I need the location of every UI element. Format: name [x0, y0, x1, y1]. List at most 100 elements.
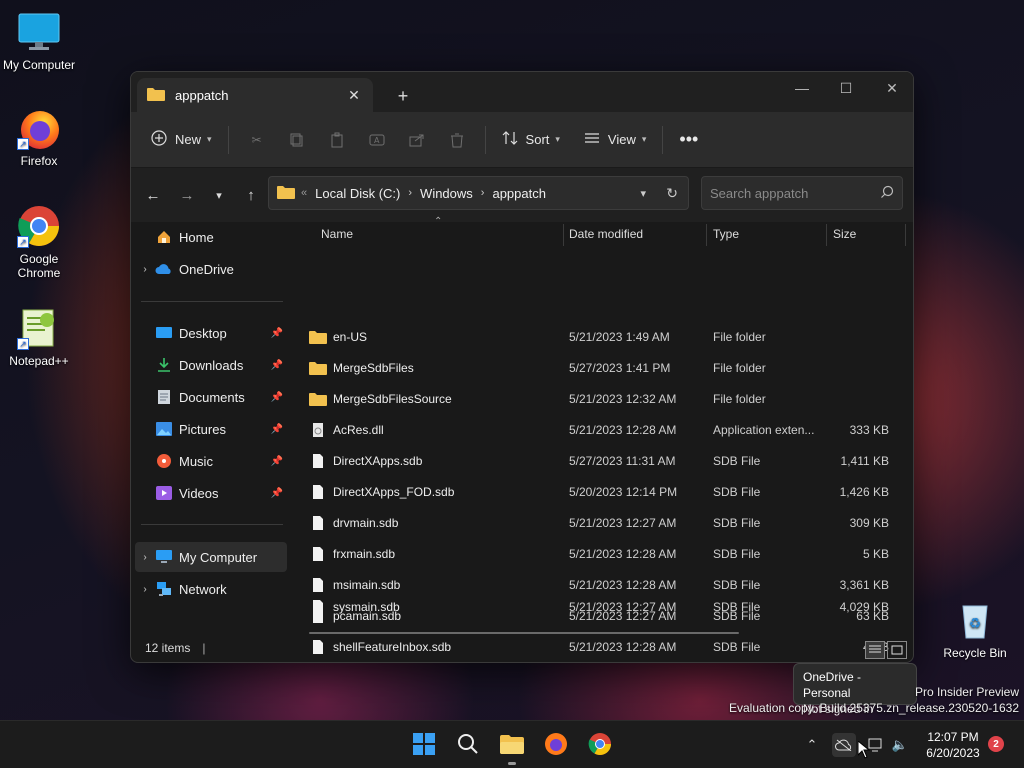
search-input[interactable]: Search apppatch	[710, 186, 880, 201]
column-header-date[interactable]: Date modified	[569, 222, 705, 246]
new-tab-button[interactable]: +	[389, 84, 417, 108]
breadcrumb-local-disk[interactable]: Local Disk (C:)	[315, 186, 400, 201]
file-row[interactable]: drvmain.sdb 5/21/2023 12:27 AM SDB File …	[299, 507, 899, 538]
sidebar-item-my-computer[interactable]: › My Computer	[135, 542, 287, 572]
column-divider[interactable]	[563, 224, 564, 246]
column-divider[interactable]	[826, 224, 827, 246]
taskbar-file-explorer[interactable]	[492, 729, 532, 765]
file-date: 5/20/2023 12:14 PM	[569, 484, 678, 499]
more-options-button[interactable]: •••	[671, 123, 706, 157]
chevron-right-icon[interactable]: ›	[135, 264, 155, 275]
sort-button[interactable]: Sort ▾	[494, 123, 568, 157]
close-window-button[interactable]: ✕	[869, 72, 913, 104]
file-row[interactable]: DirectXApps_FOD.sdb 5/20/2023 12:14 PM S…	[299, 476, 899, 507]
column-header-type[interactable]: Type	[713, 222, 823, 246]
pin-icon[interactable]: 📌	[271, 392, 283, 403]
show-hidden-icons-chevron-icon[interactable]: ⌃	[800, 733, 824, 757]
view-button[interactable]: View ▾	[576, 123, 654, 157]
breadcrumb-windows[interactable]: Windows	[420, 186, 473, 201]
volume-icon[interactable]: 🔈	[888, 733, 912, 757]
paste-icon[interactable]	[317, 123, 357, 157]
rename-icon[interactable]: A	[357, 123, 397, 157]
file-name: sysmain.sdb	[333, 599, 400, 614]
chevron-right-icon[interactable]: ›	[408, 187, 412, 199]
file-type: Application exten...	[713, 422, 815, 437]
pin-icon[interactable]: 📌	[271, 456, 283, 467]
recent-locations-chevron-icon[interactable]: ▾	[203, 179, 235, 211]
desktop-icon-chrome[interactable]: ↗ Google Chrome	[1, 204, 77, 280]
file-size: 1,426 KB	[839, 484, 889, 499]
search-box[interactable]: Search apppatch	[701, 176, 903, 210]
sidebar-item-documents[interactable]: Documents 📌	[135, 382, 287, 412]
file-row[interactable]: AcRes.dll 5/21/2023 12:28 AM Application…	[299, 414, 899, 445]
taskbar-chrome[interactable]	[580, 729, 620, 761]
file-name: msimain.sdb	[333, 577, 401, 592]
sidebar-item-onedrive[interactable]: › OneDrive	[135, 254, 287, 284]
sidebar-item-network[interactable]: › Network	[135, 574, 287, 604]
mouse-cursor-icon	[857, 739, 871, 762]
pin-icon[interactable]: 📌	[271, 488, 283, 499]
copy-icon[interactable]	[277, 123, 317, 157]
pin-icon[interactable]: 📌	[271, 424, 283, 435]
system-clock[interactable]: 12:07 PM 6/20/2023	[920, 729, 986, 761]
file-type: File folder	[713, 360, 766, 375]
up-arrow-icon[interactable]: ↑	[235, 179, 267, 211]
start-button[interactable]	[404, 729, 444, 761]
file-row[interactable]: DirectXApps.sdb 5/27/2023 11:31 AM SDB F…	[299, 445, 899, 476]
details-view-icon[interactable]	[865, 641, 885, 659]
sidebar-item-music[interactable]: Music 📌	[135, 446, 287, 476]
svg-text:♻: ♻	[969, 616, 982, 632]
cut-icon[interactable]: ✂	[237, 123, 277, 157]
onedrive-offline-icon[interactable]	[832, 733, 856, 757]
search-button[interactable]	[448, 729, 488, 761]
file-row[interactable]: MergeSdbFilesSource 5/21/2023 12:32 AM F…	[299, 383, 899, 414]
pin-icon[interactable]: 📌	[271, 328, 283, 339]
pin-icon[interactable]: 📌	[271, 360, 283, 371]
desktop-icon-my-computer[interactable]: My Computer	[1, 10, 77, 72]
column-divider[interactable]	[706, 224, 707, 246]
delete-icon[interactable]	[437, 123, 477, 157]
breadcrumb-apppatch[interactable]: apppatch	[492, 186, 546, 201]
share-icon[interactable]	[397, 123, 437, 157]
svg-text:A: A	[374, 136, 380, 145]
forward-arrow-icon[interactable]: →	[171, 179, 203, 211]
address-path[interactable]: « Local Disk (C:) › Windows › apppatch ▾…	[268, 176, 689, 210]
windows-logo-icon	[413, 732, 435, 758]
sidebar-item-pictures[interactable]: Pictures 📌	[135, 414, 287, 444]
desktop-icon-recycle-bin[interactable]: ♻ Recycle Bin	[937, 598, 1013, 660]
sidebar-item-home[interactable]: Home	[135, 222, 287, 252]
minimize-button[interactable]: —	[779, 72, 825, 104]
sidebar-item-label: Documents	[179, 389, 245, 405]
maximize-button[interactable]: ☐	[823, 72, 869, 104]
column-header-name[interactable]: Name	[321, 222, 561, 246]
new-button[interactable]: New ▾	[143, 123, 220, 157]
tab-apppatch[interactable]: apppatch ✕	[137, 78, 373, 112]
back-arrow-icon[interactable]: ←	[137, 179, 169, 211]
column-header-size[interactable]: Size	[833, 222, 903, 246]
file-row[interactable]: en-US 5/21/2023 1:49 AM File folder	[299, 321, 899, 352]
sidebar-item-desktop[interactable]: Desktop 📌	[135, 318, 287, 348]
notification-badge[interactable]: 2	[988, 736, 1004, 752]
file-row[interactable]: frxmain.sdb 5/21/2023 12:28 AM SDB File …	[299, 538, 899, 569]
desktop-icon-firefox[interactable]: ↗ Firefox	[1, 106, 77, 168]
close-tab-icon[interactable]: ✕	[341, 82, 367, 108]
sidebar-item-downloads[interactable]: Downloads 📌	[135, 350, 287, 380]
file-icon	[309, 515, 327, 530]
chevron-right-icon[interactable]: ›	[135, 552, 155, 563]
file-row[interactable]: sysmain.sdb 5/21/2023 12:27 AM SDB File …	[299, 591, 899, 622]
tiles-view-icon[interactable]	[887, 641, 907, 659]
taskbar-firefox[interactable]	[536, 729, 576, 761]
chevron-right-icon[interactable]: ›	[481, 187, 485, 199]
chevron-right-icon[interactable]: ›	[135, 584, 155, 595]
column-divider[interactable]	[905, 224, 906, 246]
refresh-icon[interactable]: ↻	[666, 185, 678, 202]
file-row[interactable]: MergeSdbFiles 5/27/2023 1:41 PM File fol…	[299, 352, 899, 383]
file-icon	[309, 484, 327, 499]
overflow-chevrons-icon[interactable]: «	[301, 187, 307, 199]
sidebar-item-videos[interactable]: Videos 📌	[135, 478, 287, 508]
file-type: SDB File	[713, 484, 761, 499]
desktop-icon-notepadpp[interactable]: ↗ Notepad++	[1, 306, 77, 368]
address-dropdown-chevron-icon[interactable]: ▾	[640, 187, 646, 200]
view-list-icon	[584, 130, 600, 149]
file-type: SDB File	[713, 599, 761, 614]
